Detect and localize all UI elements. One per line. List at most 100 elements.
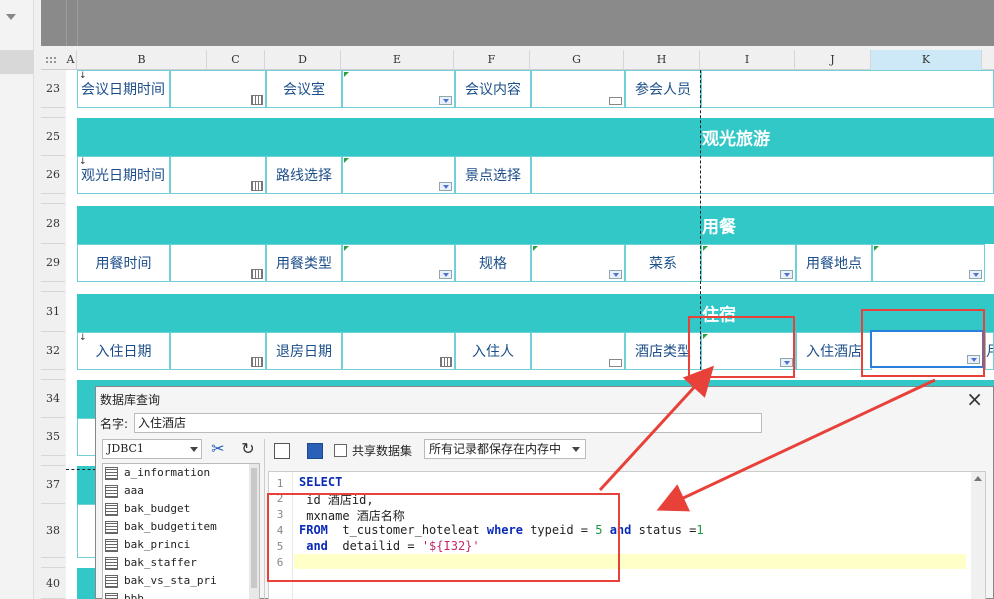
col-a[interactable]: A: [65, 50, 77, 70]
memory-mode-select[interactable]: 所有记录都保存在内存中: [424, 439, 586, 459]
calendar-icon[interactable]: [251, 95, 263, 105]
col-b[interactable]: B: [77, 50, 207, 70]
col-g[interactable]: G: [530, 50, 624, 70]
share-dataset-checkbox[interactable]: [334, 444, 347, 457]
cell-i29-input[interactable]: [701, 244, 796, 282]
cell-g29-input[interactable]: [531, 244, 625, 282]
calendar-icon[interactable]: [251, 357, 263, 367]
list-item[interactable]: a_information: [105, 464, 210, 482]
row-header-27[interactable]: [41, 194, 65, 204]
col-j[interactable]: J: [795, 50, 871, 70]
refresh-icon[interactable]: ↻: [238, 439, 258, 459]
col-e[interactable]: E: [341, 50, 454, 70]
list-item[interactable]: bak_princi: [105, 536, 190, 554]
row-header-32[interactable]: 32: [41, 332, 65, 370]
cell-g26-input[interactable]: [531, 156, 994, 194]
list-item-label: bak_staffer: [124, 556, 197, 569]
cell-c26-input[interactable]: [170, 156, 266, 194]
datasource-select[interactable]: JDBC1: [102, 439, 202, 459]
row-header-33[interactable]: [41, 370, 65, 380]
dropdown-arrow-icon[interactable]: [439, 96, 452, 105]
col-i[interactable]: I: [700, 50, 795, 70]
cell-h29-label[interactable]: 菜系: [625, 244, 701, 282]
cell-d26-label[interactable]: 路线选择: [266, 156, 342, 194]
list-item[interactable]: bak_budget: [105, 500, 190, 518]
list-item[interactable]: aaa: [105, 482, 144, 500]
cell-g32-input[interactable]: [531, 332, 625, 370]
col-d[interactable]: D: [265, 50, 341, 70]
row-header-37[interactable]: 37: [41, 466, 65, 504]
row-header-34[interactable]: 34: [41, 380, 65, 418]
row-header-26[interactable]: 26: [41, 156, 65, 194]
cell-h23-label[interactable]: 参会人员: [625, 70, 701, 108]
scroll-up-icon[interactable]: [974, 476, 982, 481]
cell-i23-input[interactable]: [701, 70, 994, 108]
editor-scrollbar[interactable]: [971, 472, 985, 599]
list-item[interactable]: bak_vs_sta_pri: [105, 572, 217, 590]
row-header-31[interactable]: 31: [41, 292, 65, 332]
col-k[interactable]: K: [871, 50, 982, 70]
list-item[interactable]: bak_staffer: [105, 554, 197, 572]
row-header-24[interactable]: [41, 108, 65, 118]
left-panel-selected-item[interactable]: [0, 50, 34, 74]
col-f[interactable]: F: [454, 50, 530, 70]
cell-e32-input[interactable]: [342, 332, 455, 370]
cell-l32-label[interactable]: 月: [985, 332, 994, 370]
cell-b23-label[interactable]: ↓ 会议日期时间: [77, 70, 170, 108]
cell-d23-label[interactable]: 会议室: [266, 70, 342, 108]
row-header-38[interactable]: 38: [41, 504, 65, 558]
dropdown-arrow-icon[interactable]: [969, 270, 982, 279]
calendar-icon[interactable]: [251, 181, 263, 191]
chevron-down-icon[interactable]: [6, 14, 16, 20]
table-list-scrollbar[interactable]: [249, 464, 259, 599]
list-item[interactable]: bak_budgetitem: [105, 518, 217, 536]
table-list[interactable]: a_information aaa bak_budget bak_budgeti…: [102, 463, 260, 599]
row-header-35[interactable]: 35: [41, 418, 65, 456]
cell-f26-label[interactable]: 景点选择: [455, 156, 531, 194]
cell-k29-input[interactable]: [872, 244, 985, 282]
cell-f29-label[interactable]: 规格: [455, 244, 531, 282]
row-header-23[interactable]: 23: [41, 70, 65, 108]
cell-f23-label[interactable]: 会议内容: [455, 70, 531, 108]
textbox-icon[interactable]: [609, 97, 622, 105]
preview-icon[interactable]: [274, 443, 290, 459]
textbox-icon[interactable]: [609, 359, 622, 367]
cell-c29-input[interactable]: [170, 244, 266, 282]
row-header-30[interactable]: [41, 282, 65, 292]
dropdown-arrow-icon[interactable]: [439, 270, 452, 279]
cell-c32-input[interactable]: [170, 332, 266, 370]
chevron-down-icon: [572, 447, 580, 452]
row-header-40[interactable]: 40: [41, 568, 65, 599]
cell-d32-label[interactable]: 退房日期: [266, 332, 342, 370]
dropdown-arrow-icon[interactable]: [609, 270, 622, 279]
close-icon[interactable]: ×: [966, 387, 983, 411]
cell-j29-label[interactable]: 用餐地点: [796, 244, 872, 282]
tools-icon[interactable]: ✂: [208, 439, 228, 459]
calendar-icon[interactable]: [251, 269, 263, 279]
cell-b26-label[interactable]: ↓ 观光日期时间: [77, 156, 170, 194]
cell-c23-input[interactable]: [170, 70, 266, 108]
list-item[interactable]: bbb: [105, 590, 144, 599]
cell-e29-input[interactable]: [342, 244, 455, 282]
cell-g23-input[interactable]: [531, 70, 625, 108]
row-header-36[interactable]: [41, 456, 65, 466]
dropdown-arrow-icon[interactable]: [439, 182, 452, 191]
cell-b32-label[interactable]: ↓ 入住日期: [77, 332, 170, 370]
row-header-29[interactable]: 29: [41, 244, 65, 282]
cell-b29-label[interactable]: 用餐时间: [77, 244, 170, 282]
scrollbar-thumb[interactable]: [251, 468, 257, 588]
cell-f32-label[interactable]: 入住人: [455, 332, 531, 370]
cell-e23-input[interactable]: [342, 70, 455, 108]
cell-d29-label[interactable]: 用餐类型: [266, 244, 342, 282]
col-c[interactable]: C: [207, 50, 265, 70]
row-header-39[interactable]: [41, 558, 65, 568]
row-header-28[interactable]: 28: [41, 204, 65, 244]
cell-e26-input[interactable]: [342, 156, 455, 194]
save-icon[interactable]: [307, 443, 323, 459]
col-h[interactable]: H: [624, 50, 700, 70]
calendar-icon[interactable]: [440, 357, 452, 367]
select-all-corner[interactable]: [45, 56, 57, 64]
dropdown-arrow-icon[interactable]: [780, 270, 793, 279]
row-header-25[interactable]: 25: [41, 118, 65, 156]
name-input[interactable]: 入住酒店: [134, 413, 762, 433]
